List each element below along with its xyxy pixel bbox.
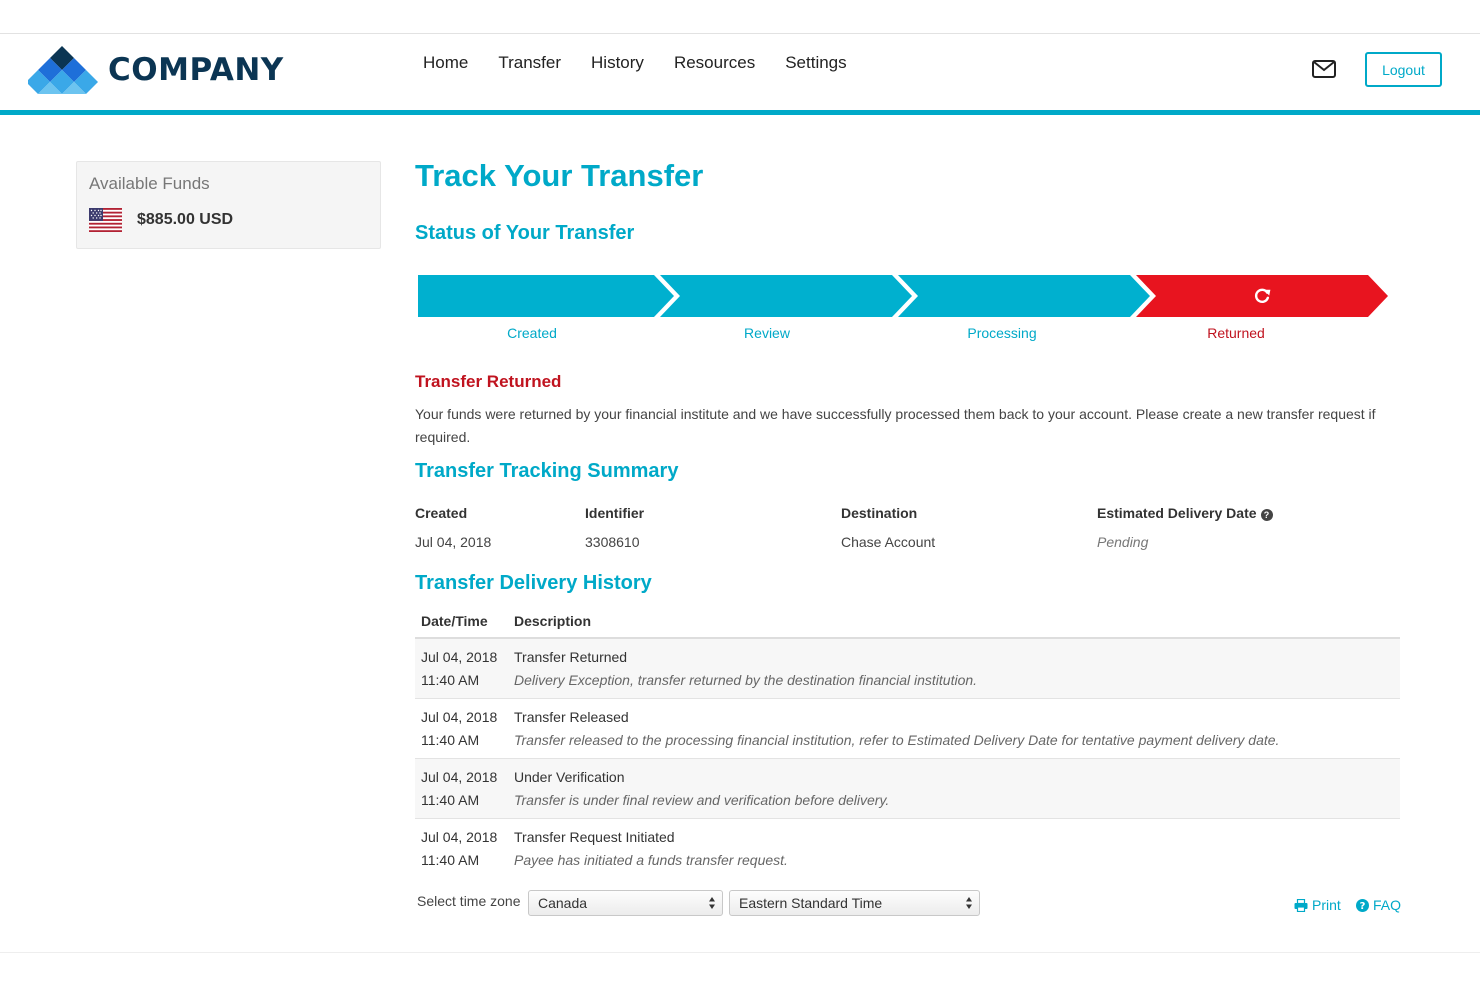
mail-icon[interactable] bbox=[1312, 60, 1336, 78]
summary-value-eta: Pending bbox=[1097, 534, 1149, 550]
country-select[interactable]: Canada bbox=[528, 890, 723, 916]
row-datetime: Jul 04, 2018 11:40 AM bbox=[415, 698, 508, 759]
row-date: Jul 04, 2018 bbox=[421, 649, 498, 665]
faq-label: FAQ bbox=[1373, 897, 1402, 913]
row-time: 11:40 AM bbox=[421, 672, 480, 688]
row-date: Jul 04, 2018 bbox=[421, 709, 498, 725]
summary-header-created: Created bbox=[415, 505, 468, 521]
nav-resources[interactable]: Resources bbox=[674, 53, 755, 73]
row-detail: Delivery Exception, transfer returned by… bbox=[514, 672, 978, 688]
table-header-row: Date/Time Description bbox=[415, 605, 1400, 639]
table-row: Jul 04, 2018 11:40 AM Under Verification… bbox=[415, 758, 1400, 819]
printer-icon bbox=[1294, 898, 1308, 912]
footer-divider bbox=[0, 952, 1480, 953]
row-time: 11:40 AM bbox=[421, 732, 480, 748]
row-event: Transfer Released bbox=[514, 709, 629, 725]
header-accent-bar bbox=[0, 110, 1480, 115]
summary-header-eta-label: Estimated Delivery Date bbox=[1097, 505, 1257, 521]
step-label-processing: Processing bbox=[967, 325, 1037, 341]
timezone-select-value: Eastern Standard Time bbox=[739, 895, 883, 911]
summary-value-identifier: 3308610 bbox=[585, 534, 640, 550]
table-row: Jul 04, 2018 11:40 AM Transfer Request I… bbox=[415, 819, 1400, 879]
summary-value-created: Jul 04, 2018 bbox=[415, 534, 492, 550]
summary-section-title: Transfer Tracking Summary bbox=[415, 460, 679, 482]
row-detail: Transfer released to the processing fina… bbox=[514, 732, 1280, 748]
summary-header-identifier: Identifier bbox=[585, 505, 645, 521]
row-description: Transfer Released Transfer released to t… bbox=[508, 698, 1400, 759]
row-time: 11:40 AM bbox=[421, 792, 480, 808]
select-arrows-icon bbox=[966, 897, 972, 909]
row-description: Under Verification Transfer is under fin… bbox=[508, 758, 1400, 819]
question-circle-icon: ? bbox=[1356, 898, 1369, 912]
nav-history[interactable]: History bbox=[591, 53, 644, 73]
help-icon[interactable]: ? bbox=[1260, 509, 1273, 521]
main-nav: Home Transfer History Resources Settings bbox=[423, 53, 877, 73]
row-datetime: Jul 04, 2018 11:40 AM bbox=[415, 638, 508, 699]
tracking-summary: Created Identifier Destination Estimated… bbox=[415, 505, 1405, 555]
timezone-label: Select time zone bbox=[417, 893, 521, 909]
page-title: Track Your Transfer bbox=[415, 158, 704, 193]
column-header-datetime: Date/Time bbox=[415, 605, 508, 639]
row-description: Transfer Returned Delivery Exception, tr… bbox=[508, 638, 1400, 699]
summary-header-destination: Destination bbox=[841, 505, 918, 521]
print-link[interactable]: Print bbox=[1294, 897, 1341, 913]
column-header-description: Description bbox=[508, 605, 1400, 639]
faq-link[interactable]: ? FAQ bbox=[1356, 897, 1401, 913]
stepper-labels: Created Review Processing Returned bbox=[416, 325, 1391, 345]
delivery-history-table: Date/Time Description Jul 04, 2018 11:40… bbox=[415, 605, 1400, 878]
step-created-segment bbox=[418, 275, 674, 317]
timezone-select[interactable]: Eastern Standard Time bbox=[729, 890, 980, 916]
row-time: 11:40 AM bbox=[421, 852, 480, 868]
status-stepper bbox=[418, 275, 1388, 317]
country-select-value: Canada bbox=[538, 895, 588, 911]
row-datetime: Jul 04, 2018 11:40 AM bbox=[415, 758, 508, 819]
row-description: Transfer Request Initiated Payee has ini… bbox=[508, 819, 1400, 879]
nav-settings[interactable]: Settings bbox=[785, 53, 846, 73]
header: COMPANY Home Transfer History Resources … bbox=[0, 34, 1480, 110]
step-label-returned: Returned bbox=[1207, 325, 1265, 341]
available-funds-label: Available Funds bbox=[89, 174, 210, 193]
company-name: COMPANY bbox=[108, 52, 284, 88]
row-detail: Transfer is under final review and verif… bbox=[514, 792, 890, 808]
returned-description: Your funds were returned by your financi… bbox=[415, 406, 1376, 445]
company-logo[interactable]: COMPANY bbox=[28, 46, 284, 94]
history-section-title: Transfer Delivery History bbox=[415, 572, 652, 594]
step-processing-segment bbox=[898, 275, 1150, 317]
row-datetime: Jul 04, 2018 11:40 AM bbox=[415, 819, 508, 879]
row-detail: Payee has initiated a funds transfer req… bbox=[514, 852, 788, 868]
logo-mark-icon bbox=[28, 46, 98, 94]
summary-header-eta: Estimated Delivery Date? bbox=[1097, 505, 1273, 521]
available-funds-card: Available Funds $885.00 USD bbox=[76, 161, 381, 249]
row-date: Jul 04, 2018 bbox=[421, 769, 498, 785]
table-row: Jul 04, 2018 11:40 AM Transfer Released … bbox=[415, 698, 1400, 759]
svg-text:?: ? bbox=[1360, 901, 1366, 912]
step-returned-segment bbox=[1136, 275, 1388, 317]
table-row: Jul 04, 2018 11:40 AM Transfer Returned … bbox=[415, 638, 1400, 699]
step-label-created: Created bbox=[507, 325, 557, 341]
us-flag-icon bbox=[89, 208, 122, 232]
nav-home[interactable]: Home bbox=[423, 53, 468, 73]
nav-transfer[interactable]: Transfer bbox=[498, 53, 561, 73]
logout-button[interactable]: Logout bbox=[1365, 52, 1442, 87]
row-event: Under Verification bbox=[514, 769, 625, 785]
row-date: Jul 04, 2018 bbox=[421, 829, 498, 845]
status-section-title: Status of Your Transfer bbox=[415, 222, 635, 244]
row-event: Transfer Request Initiated bbox=[514, 829, 675, 845]
print-label: Print bbox=[1312, 897, 1341, 913]
returned-title: Transfer Returned bbox=[415, 372, 562, 391]
available-funds-amount: $885.00 USD bbox=[137, 211, 234, 228]
step-label-review: Review bbox=[744, 325, 790, 341]
select-arrows-icon bbox=[709, 897, 715, 909]
step-review-segment bbox=[660, 275, 912, 317]
row-event: Transfer Returned bbox=[514, 649, 628, 665]
summary-value-destination: Chase Account bbox=[841, 534, 936, 550]
